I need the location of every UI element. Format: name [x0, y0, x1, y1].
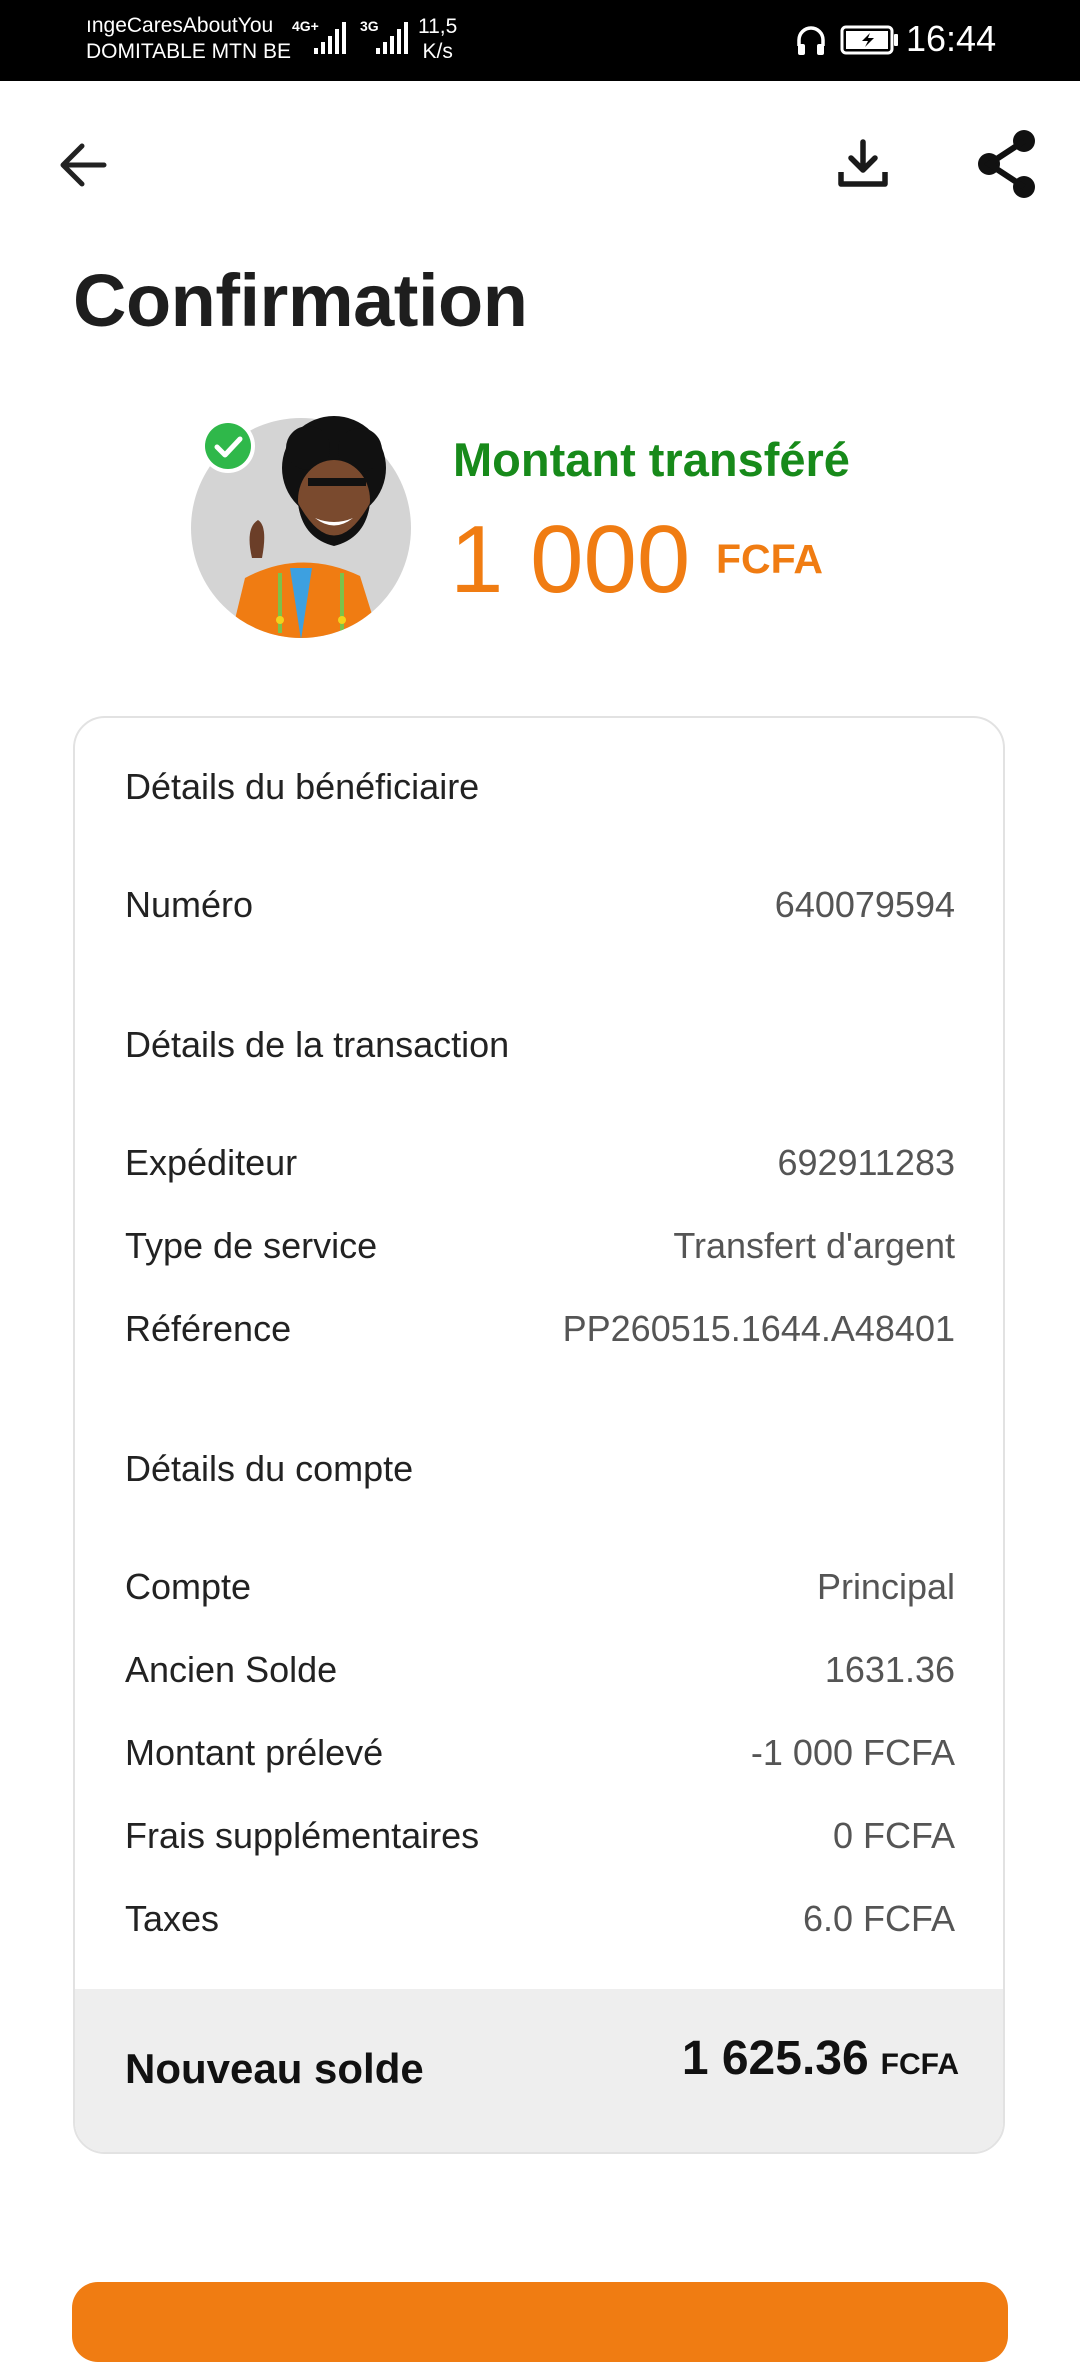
row-value-reference: PP260515.1644.A48401 — [562, 1308, 955, 1349]
row-label-numero: Numéro — [125, 884, 254, 925]
row-value-service-type: Transfert d'argent — [673, 1225, 955, 1266]
row-label-service-type: Type de service — [125, 1225, 378, 1266]
arrow-left-icon — [60, 143, 107, 187]
new-balance-bar: Nouveau solde 1 625.36 FCFA — [75, 1989, 1003, 2152]
signal-icon-2 — [376, 22, 408, 54]
row-value-taxes: 6.0 FCFA — [802, 1898, 955, 1939]
battery-icon — [840, 25, 898, 55]
transferred-amount-label: Montant transféré — [453, 433, 850, 486]
page-title: Confirmation — [73, 259, 528, 342]
row-value-extra-fees: 0 FCFA — [832, 1815, 955, 1856]
row-value-sender: 692911283 — [777, 1142, 955, 1183]
row-value-numero: 640079594 — [774, 884, 955, 925]
row-value-debited-amount: -1 000 FCFA — [750, 1732, 955, 1773]
new-balance-currency: FCFA — [880, 2048, 959, 2081]
account-section-title: Détails du compte — [125, 1448, 414, 1489]
transaction-section-title: Détails de la transaction — [125, 1024, 510, 1065]
new-balance-amount: 1 625.36 — [681, 2032, 869, 2085]
new-balance-value: 1 625.36 FCFA — [682, 2031, 959, 2086]
row-label-account: Compte — [125, 1566, 252, 1607]
success-check-icon — [201, 419, 255, 473]
download-button[interactable] — [828, 130, 898, 200]
back-button[interactable] — [50, 130, 120, 200]
row-label-sender: Expéditeur — [125, 1142, 298, 1183]
carrier-line-1: ıngeCaresAboutYou — [86, 14, 274, 37]
row-value-account: Principal — [816, 1566, 955, 1607]
row-label-extra-fees: Frais supplémentaires — [125, 1815, 480, 1856]
share-button[interactable] — [972, 128, 1044, 200]
network-speed: 11,5 K/s — [418, 14, 457, 64]
download-icon — [838, 139, 888, 187]
row-label-reference: Référence — [125, 1308, 292, 1349]
primary-action-button[interactable] — [72, 2282, 1008, 2362]
transaction-details-card: Détails du bénéficiaire Numéro 640079594… — [73, 716, 1005, 2154]
speed-unit: K/s — [422, 40, 453, 63]
headset-icon — [797, 26, 825, 55]
share-icon — [978, 130, 1035, 198]
status-bar: ıngeCaresAboutYou DOMITABLE MTN BE 4G+ 3… — [0, 0, 1080, 81]
row-label-old-balance: Ancien Solde — [125, 1649, 338, 1690]
new-balance-label: Nouveau solde — [125, 2045, 424, 2092]
speed-value: 11,5 — [418, 15, 458, 38]
row-value-old-balance: 1631.36 — [824, 1649, 955, 1690]
carrier-names: ıngeCaresAboutYou DOMITABLE MTN BE — [86, 13, 291, 65]
transferred-amount-currency: FCFA — [716, 536, 824, 582]
row-label-taxes: Taxes — [125, 1898, 220, 1939]
row-label-debited-amount: Montant prélevé — [125, 1732, 384, 1773]
transferred-amount-value: 1 000 — [450, 506, 691, 613]
clock: 16:44 — [906, 18, 997, 59]
carrier-line-2: DOMITABLE MTN BE — [86, 40, 291, 63]
beneficiary-section-title: Détails du bénéficiaire — [125, 766, 480, 807]
signal-icon — [314, 22, 346, 54]
